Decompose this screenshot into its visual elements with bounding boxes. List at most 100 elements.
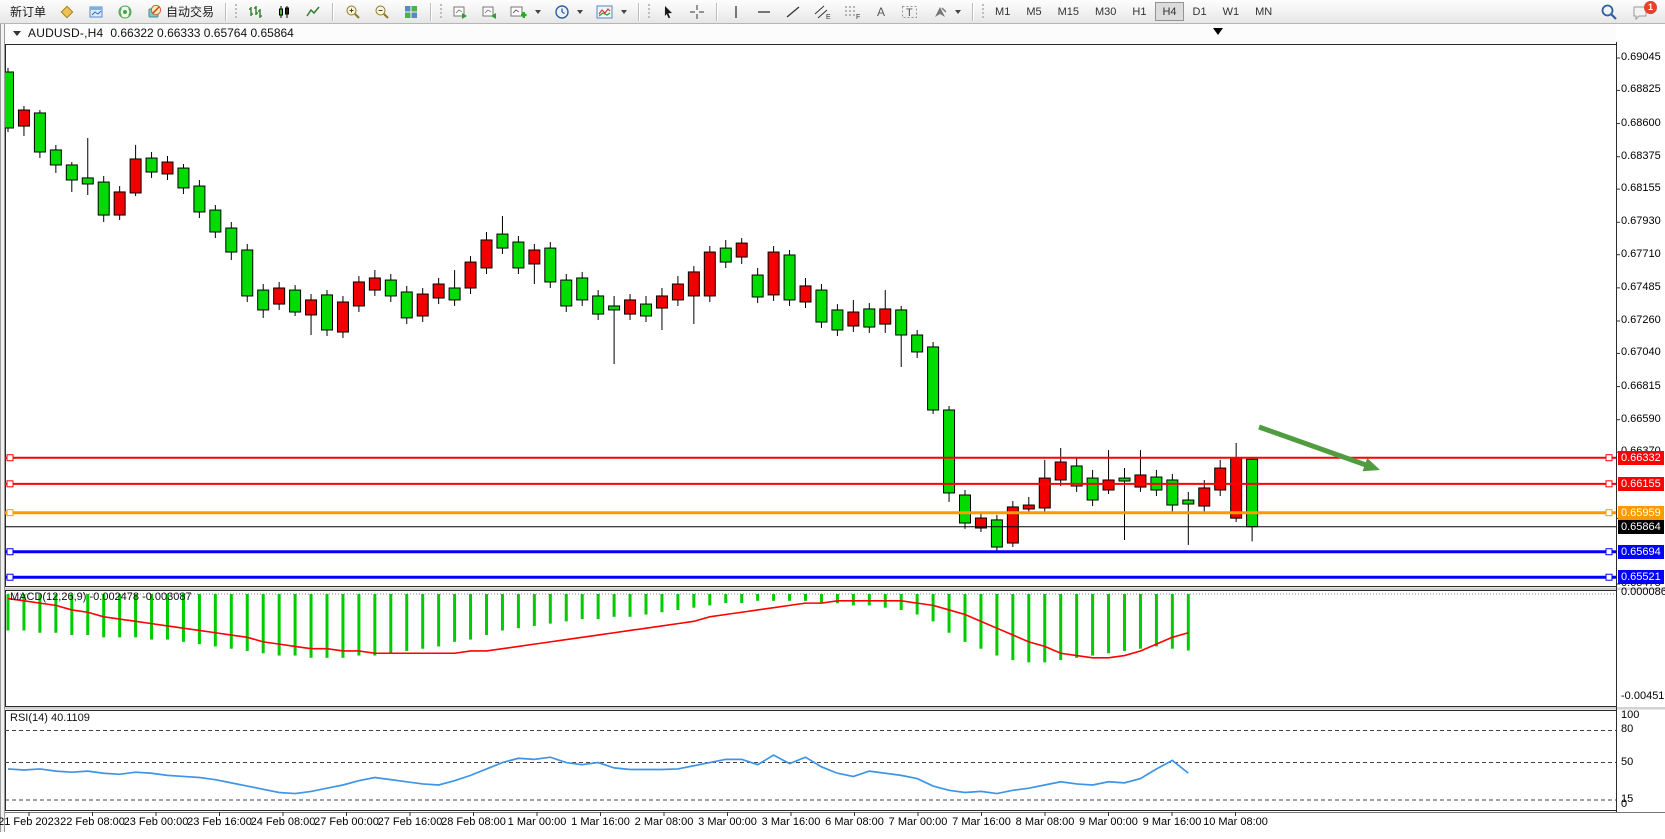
zoom-in-button[interactable] bbox=[339, 1, 367, 22]
chart-symbol-title: AUDUSD-,H4 bbox=[28, 26, 103, 40]
candle-body bbox=[1199, 488, 1210, 506]
cursor-button[interactable] bbox=[654, 1, 682, 22]
candlestick-chart-button[interactable] bbox=[270, 1, 298, 22]
chart-shift-marker-icon[interactable] bbox=[1213, 28, 1223, 35]
horizontal-line-button[interactable] bbox=[750, 1, 778, 22]
timeframe-m15-button[interactable]: M15 bbox=[1051, 2, 1086, 21]
toolbar-separator bbox=[972, 3, 974, 21]
candle-body bbox=[561, 280, 572, 306]
equidistant-channel-button[interactable]: E bbox=[808, 1, 837, 22]
bar-chart-icon bbox=[247, 4, 263, 20]
arrange-windows-button[interactable] bbox=[475, 1, 503, 22]
hline-handle[interactable] bbox=[1606, 549, 1612, 555]
timeframe-h4-button[interactable]: H4 bbox=[1155, 2, 1183, 21]
fibonacci-button[interactable]: F bbox=[838, 1, 867, 22]
candle-body bbox=[1119, 478, 1130, 481]
timeframe-h1-button[interactable]: H1 bbox=[1125, 2, 1153, 21]
timeframe-d1-button[interactable]: D1 bbox=[1186, 2, 1214, 21]
trendline-icon bbox=[785, 4, 801, 20]
candle-body bbox=[306, 300, 317, 315]
candle-body bbox=[1183, 500, 1194, 504]
crosshair-button[interactable] bbox=[683, 1, 711, 22]
candle-body bbox=[784, 255, 795, 300]
chart-canvas[interactable] bbox=[0, 0, 1665, 839]
signal-icon bbox=[117, 4, 133, 20]
candle-body bbox=[82, 178, 93, 184]
toolbar-separator bbox=[716, 3, 718, 21]
tile-windows-button[interactable] bbox=[397, 1, 425, 22]
template-icon bbox=[596, 4, 614, 20]
candle-body bbox=[609, 306, 620, 310]
candle-body bbox=[66, 165, 77, 180]
timeframe-m30-button[interactable]: M30 bbox=[1088, 2, 1123, 21]
candle-body bbox=[178, 168, 189, 188]
hline-handle[interactable] bbox=[7, 574, 13, 580]
hline-handle[interactable] bbox=[7, 455, 13, 461]
autotrade-button[interactable]: 自动交易 bbox=[140, 1, 220, 22]
candle-body bbox=[194, 186, 205, 212]
timeframe-m1-button[interactable]: M1 bbox=[988, 2, 1017, 21]
chevron-down-icon bbox=[577, 10, 583, 14]
timeframe-w1-button[interactable]: W1 bbox=[1216, 2, 1247, 21]
candle-body bbox=[672, 284, 683, 300]
arrows-icon bbox=[932, 4, 948, 20]
candle-body bbox=[481, 240, 492, 268]
gold-cube-icon bbox=[59, 4, 75, 20]
candle-body bbox=[529, 250, 540, 264]
candle-body bbox=[545, 248, 556, 282]
arrange-charts-button[interactable] bbox=[446, 1, 474, 22]
equidistant-channel-icon: E bbox=[814, 4, 831, 20]
candle-body bbox=[50, 150, 61, 165]
text-label-button[interactable]: T bbox=[895, 1, 925, 22]
vertical-line-button[interactable] bbox=[723, 1, 749, 22]
candle-body bbox=[944, 410, 955, 493]
candle-body bbox=[720, 248, 731, 262]
candle-body bbox=[146, 158, 157, 172]
candle-body bbox=[625, 300, 636, 314]
hline-handle[interactable] bbox=[1606, 574, 1612, 580]
hline-handle[interactable] bbox=[1606, 481, 1612, 487]
chart-title-bar: AUDUSD-,H4 0.66322 0.66333 0.65764 0.658… bbox=[5, 24, 1616, 42]
gold-cube-button[interactable] bbox=[53, 1, 81, 22]
candlestick-chart-icon bbox=[276, 4, 292, 20]
candle-body bbox=[449, 288, 460, 300]
candle-body bbox=[800, 286, 811, 302]
signal-button[interactable] bbox=[111, 1, 139, 22]
hline-handle[interactable] bbox=[1606, 455, 1612, 461]
hline-handle[interactable] bbox=[1606, 510, 1612, 516]
candle-body bbox=[752, 275, 763, 297]
autotrade-icon bbox=[146, 4, 162, 20]
timeframe-mn-button[interactable]: MN bbox=[1248, 2, 1279, 21]
hline-handle[interactable] bbox=[7, 510, 13, 516]
bar-chart-button[interactable] bbox=[241, 1, 269, 22]
toolbar-grip bbox=[235, 4, 237, 20]
candle-body bbox=[114, 192, 125, 215]
new-chart-button[interactable] bbox=[504, 1, 547, 22]
candle-body bbox=[322, 295, 333, 330]
zoom-out-button[interactable] bbox=[368, 1, 396, 22]
new-order-label: 新订单 bbox=[10, 3, 46, 20]
text-button[interactable]: A bbox=[868, 1, 894, 22]
template-dropdown-button[interactable] bbox=[590, 1, 633, 22]
svg-text:A: A bbox=[877, 5, 885, 19]
candle-body bbox=[832, 310, 843, 330]
timeframe-m5-button[interactable]: M5 bbox=[1019, 2, 1048, 21]
toolbar-grip bbox=[648, 4, 650, 20]
panel-separator[interactable] bbox=[0, 588, 1665, 591]
timeframe-toolbar: M1M5M15M30H1H4D1W1MN bbox=[988, 2, 1279, 21]
search-button[interactable] bbox=[1594, 1, 1624, 22]
period-dropdown-button[interactable] bbox=[548, 1, 589, 22]
candle-body bbox=[896, 310, 907, 335]
panel-separator[interactable] bbox=[0, 707, 1665, 710]
new-order-button[interactable]: 新订单 bbox=[4, 1, 52, 22]
toolbar-separator bbox=[638, 3, 640, 21]
hline-handle[interactable] bbox=[7, 549, 13, 555]
notifications-button[interactable]: 1 bbox=[1625, 1, 1655, 22]
line-chart-button[interactable] bbox=[299, 1, 327, 22]
candle-body bbox=[497, 234, 508, 248]
chart-window-button[interactable] bbox=[82, 1, 110, 22]
chart-menu-icon[interactable] bbox=[13, 31, 21, 36]
arrows-dropdown-button[interactable] bbox=[926, 1, 967, 22]
hline-handle[interactable] bbox=[7, 481, 13, 487]
trendline-button[interactable] bbox=[779, 1, 807, 22]
